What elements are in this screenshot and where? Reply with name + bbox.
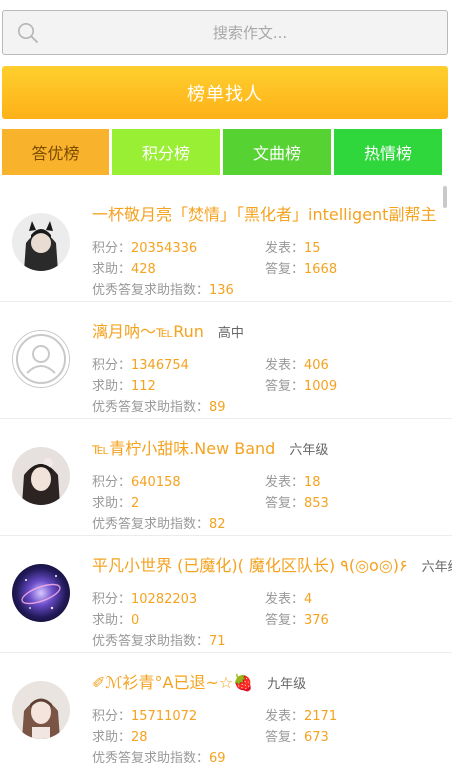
points-stat: 积分：15711072	[92, 709, 198, 724]
list-item[interactable]: 漓月呐～℡Run 高中 积分：1346754 发表：406 求助：112 答复：1…	[0, 302, 452, 419]
list-item[interactable]: 平凡小世界 (已魔化)( 魔化区队长) ٩(◎o◎)۶六年级 积分：102822…	[0, 536, 452, 653]
posts-stat: 发表：4	[265, 592, 313, 607]
list-scrollbar[interactable]	[443, 186, 447, 208]
search-input[interactable]	[63, 11, 437, 54]
list-item[interactable]: ✐ℳ衫青°A已退~☆🍓 九年级 积分：15711072 发表：2171 求助：28…	[0, 653, 452, 763]
points-stat: 积分：640158	[92, 475, 181, 490]
ranking-tabs: 答优榜 积分榜 文曲榜 热情榜	[2, 129, 452, 175]
search-bar[interactable]	[2, 10, 448, 55]
user-ranking-list: 一杯敬月亮「焚情」「黑化者」intelligent副帮主 积分：20354336…	[0, 185, 452, 763]
help-stat: 求助：428	[92, 262, 156, 277]
user-name[interactable]: 一杯敬月亮「焚情」「黑化者」intelligent副帮主	[92, 201, 450, 225]
avatar[interactable]	[12, 213, 70, 271]
user-grade: 九年级	[267, 677, 307, 692]
avatar[interactable]	[12, 447, 70, 505]
avatar[interactable]	[12, 564, 70, 622]
avatar[interactable]	[12, 681, 70, 739]
user-name[interactable]: ✐ℳ衫青°A已退~☆🍓 九年级	[92, 669, 306, 693]
answer-index-stat: 优秀答复求助指数：71	[92, 634, 226, 649]
user-grade: 高中	[217, 326, 244, 341]
posts-stat: 发表：2171	[265, 709, 338, 724]
user-name[interactable]: 平凡小世界 (已魔化)( 魔化区队长) ٩(◎o◎)۶六年级	[92, 552, 452, 576]
answer-index-stat: 优秀答复求助指数：82	[92, 517, 226, 532]
replies-stat: 答复：1009	[265, 379, 338, 394]
answer-index-stat: 优秀答复求助指数：69	[92, 751, 226, 763]
points-stat: 积分：20354336	[92, 241, 198, 256]
posts-stat: 发表：15	[265, 241, 321, 256]
search-icon	[18, 23, 38, 43]
replies-stat: 答复：673	[265, 730, 329, 745]
points-stat: 积分：1346754	[92, 358, 189, 373]
posts-stat: 发表：406	[265, 358, 329, 373]
avatar[interactable]	[12, 330, 70, 388]
tab-best-answers[interactable]: 答优榜	[2, 129, 109, 175]
user-grade: 六年级	[289, 443, 329, 458]
list-item[interactable]: 一杯敬月亮「焚情」「黑化者」intelligent副帮主 积分：20354336…	[0, 185, 452, 302]
answer-index-stat: 优秀答复求助指数：136	[92, 283, 234, 298]
list-item[interactable]: ℡青柠小甜味.New Band 六年级 积分：640158 发表：18 求助：2 …	[0, 419, 452, 536]
user-grade: 六年级	[421, 560, 452, 575]
tab-enthusiasm[interactable]: 热情榜	[334, 129, 442, 175]
help-stat: 求助：112	[92, 379, 156, 394]
replies-stat: 答复：1668	[265, 262, 338, 277]
points-stat: 积分：10282203	[92, 592, 198, 607]
answer-index-stat: 优秀答复求助指数：89	[92, 400, 226, 415]
help-stat: 求助：28	[92, 730, 148, 745]
replies-stat: 答复：376	[265, 613, 329, 628]
user-name[interactable]: 漓月呐～℡Run 高中	[92, 318, 244, 342]
rank-find-button[interactable]: 榜单找人	[2, 66, 448, 119]
help-stat: 求助：0	[92, 613, 140, 628]
user-name[interactable]: ℡青柠小甜味.New Band 六年级	[92, 435, 328, 459]
tab-writing[interactable]: 文曲榜	[223, 129, 331, 175]
posts-stat: 发表：18	[265, 475, 321, 490]
tab-points[interactable]: 积分榜	[112, 129, 220, 175]
help-stat: 求助：2	[92, 496, 140, 511]
replies-stat: 答复：853	[265, 496, 329, 511]
